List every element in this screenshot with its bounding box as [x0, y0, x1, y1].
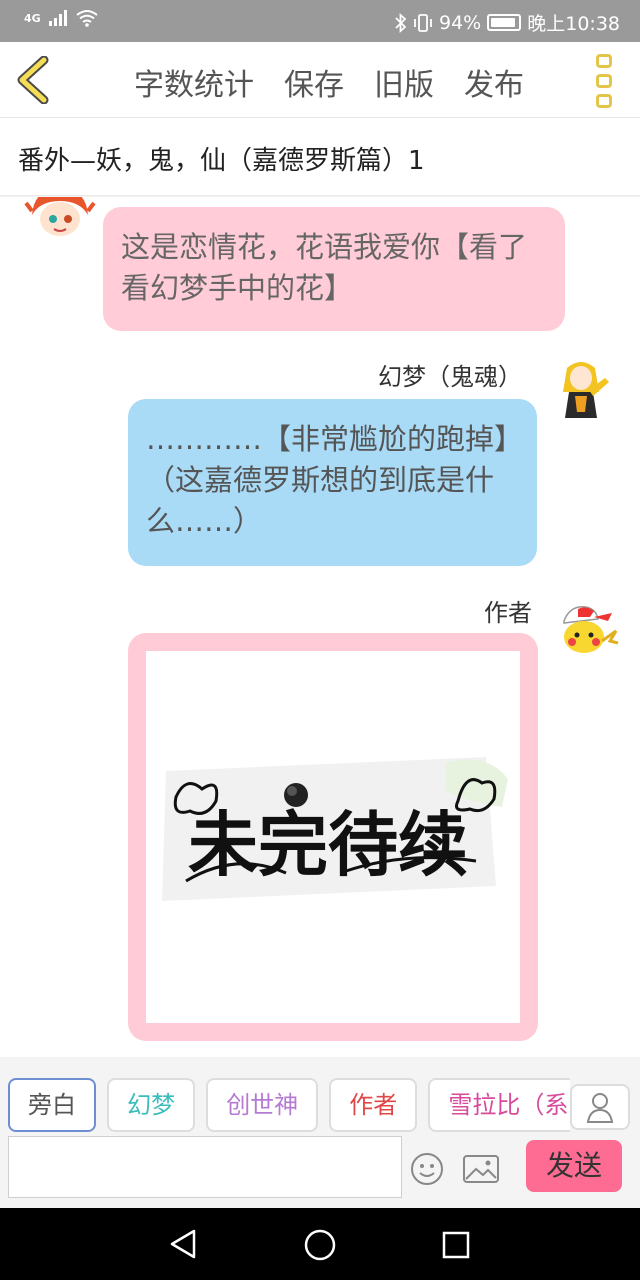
anime-girl-blonde-avatar-icon [545, 352, 617, 424]
role-tab-xuelabi[interactable]: 雪拉比（系 [428, 1078, 570, 1132]
old-version-button[interactable]: 旧版 [374, 60, 434, 104]
pikachu-cap-avatar-icon [550, 597, 622, 669]
role-tab-huanmeng[interactable]: 幻梦 [107, 1078, 196, 1132]
chapter-title-bar: 番外—妖，鬼，仙（嘉德罗斯篇）1 [0, 118, 640, 196]
anime-girl-red-hair-avatar-icon [24, 197, 96, 243]
cellular-signal-icon [48, 10, 67, 26]
speaker-name: 作者 [484, 599, 532, 627]
send-button[interactable]: 发送 [526, 1140, 622, 1192]
image-icon [463, 1155, 499, 1183]
bluetooth-icon [395, 12, 407, 33]
clock: 晚上10:38 [527, 13, 620, 35]
back-button[interactable] [14, 55, 54, 105]
smiley-icon [411, 1153, 443, 1185]
role-selector[interactable]: 旁白 幻梦 创世神 作者 雪拉比（系 [8, 1078, 570, 1134]
nav-back-icon[interactable] [168, 1228, 198, 1260]
manage-roles-button[interactable] [570, 1084, 630, 1130]
person-icon [586, 1093, 614, 1123]
system-nav-bar [0, 1208, 640, 1280]
vibrate-icon [414, 13, 432, 32]
chapter-title: 番外—妖，鬼，仙（嘉德罗斯篇）1 [18, 146, 425, 176]
role-tab-creator-god[interactable]: 创世神 [206, 1078, 319, 1132]
status-bar: 4G 94% 晚上10:38 [0, 0, 640, 42]
message-text: …………【非常尴尬的跑掉】（这嘉德罗斯想的到底是什么……） [146, 422, 509, 539]
message-bubble[interactable]: …………【非常尴尬的跑掉】（这嘉德罗斯想的到底是什么……） [128, 399, 537, 566]
image-content: 未完待续 [146, 651, 520, 1023]
emoji-button[interactable] [410, 1152, 444, 1186]
editor-header: 字数统计 保存 旧版 发布 [0, 42, 640, 118]
chevron-left-icon [17, 55, 49, 105]
menu-dot-icon [596, 74, 612, 88]
message-text: 这是恋情花，花语我爱你【看了看幻梦手中的花】 [121, 230, 528, 306]
battery-icon [487, 14, 522, 31]
battery-percentage: 94% [439, 11, 482, 34]
role-tab-narrator[interactable]: 旁白 [8, 1078, 96, 1132]
nav-recents-icon[interactable] [441, 1230, 471, 1260]
nav-home-icon[interactable] [303, 1228, 337, 1262]
insert-image-button[interactable] [462, 1152, 500, 1186]
avatar[interactable] [24, 197, 96, 243]
chat-area[interactable]: 这是恋情花，花语我爱你【看了看幻梦手中的花】 幻梦（鬼魂） …………【非常尴尬的… [0, 197, 640, 1057]
word-count-button[interactable]: 字数统计 [134, 60, 254, 104]
save-button[interactable]: 保存 [284, 60, 344, 104]
wifi-icon [76, 10, 98, 27]
input-area: 旁白 幻梦 创世神 作者 雪拉比（系 发送 [0, 1058, 640, 1208]
image-message[interactable]: 未完待续 [128, 633, 538, 1041]
menu-dot-icon [596, 54, 612, 68]
role-tab-author[interactable]: 作者 [329, 1078, 418, 1132]
message-bubble[interactable]: 这是恋情花，花语我爱你【看了看幻梦手中的花】 [103, 207, 565, 331]
to-be-continued-artwork-icon: 未完待续 [146, 651, 520, 1023]
more-menu-button[interactable] [596, 54, 616, 108]
speaker-name: 幻梦（鬼魂） [378, 363, 522, 391]
image-caption: 未完待续 [188, 803, 468, 886]
publish-button[interactable]: 发布 [464, 60, 524, 104]
message-input[interactable] [8, 1136, 402, 1198]
network-type: 4G [24, 11, 41, 25]
menu-dot-icon [596, 94, 612, 108]
avatar[interactable] [550, 597, 622, 669]
avatar[interactable] [545, 352, 617, 424]
